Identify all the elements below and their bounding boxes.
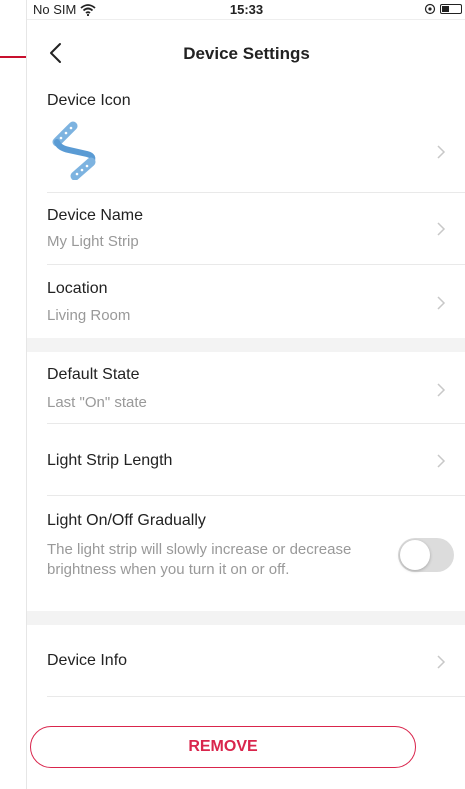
chevron-right-icon — [437, 296, 446, 310]
chevron-right-icon — [437, 145, 446, 159]
chevron-right-icon — [437, 655, 446, 669]
section-gap — [27, 338, 465, 352]
device-name-label: Device Name — [47, 207, 144, 224]
status-bar: No SIM 15:33 — [27, 0, 465, 20]
gradual-description: The light strip will slowly increase or … — [47, 541, 352, 578]
nav-bar: Device Settings — [27, 30, 465, 76]
default-state-label: Default State — [47, 366, 140, 383]
gradual-label: Light On/Off Gradually — [47, 512, 206, 529]
orientation-lock-icon — [424, 3, 436, 15]
section-gap — [27, 611, 465, 625]
toggle-knob — [400, 540, 430, 570]
phone-screen: No SIM 15:33 Device Settings Device Icon… — [26, 0, 465, 789]
gradual-row: Light On/Off Gradually The light strip w… — [27, 496, 465, 611]
light-strip-length-row[interactable]: Light Strip Length — [27, 424, 465, 495]
default-state-value: Last "On" state — [47, 394, 147, 411]
chevron-right-icon — [437, 383, 446, 397]
gradual-toggle[interactable] — [398, 538, 454, 572]
default-state-row[interactable]: Default State Last "On" state — [27, 352, 465, 423]
location-value: Living Room — [47, 307, 131, 324]
location-label: Location — [47, 280, 108, 297]
device-name-row[interactable]: Device Name My Light Strip — [27, 193, 465, 264]
remove-button[interactable]: REMOVE — [30, 726, 416, 768]
status-right — [424, 3, 462, 15]
device-icon-row[interactable]: Device Icon — [27, 80, 465, 192]
chevron-right-icon — [437, 222, 446, 236]
chevron-right-icon — [437, 454, 446, 468]
light-strip-icon — [52, 121, 96, 180]
device-info-row[interactable]: Device Info — [27, 625, 465, 696]
battery-icon — [440, 4, 462, 14]
device-name-value: My Light Strip — [47, 233, 139, 250]
device-icon-label: Device Icon — [47, 92, 131, 109]
status-time: 15:33 — [229, 2, 264, 17]
light-strip-length-label: Light Strip Length — [47, 452, 173, 469]
page-title: Device Settings — [183, 44, 310, 63]
divider — [47, 696, 465, 697]
location-row[interactable]: Location Living Room — [27, 265, 465, 338]
device-info-label: Device Info — [47, 652, 128, 669]
